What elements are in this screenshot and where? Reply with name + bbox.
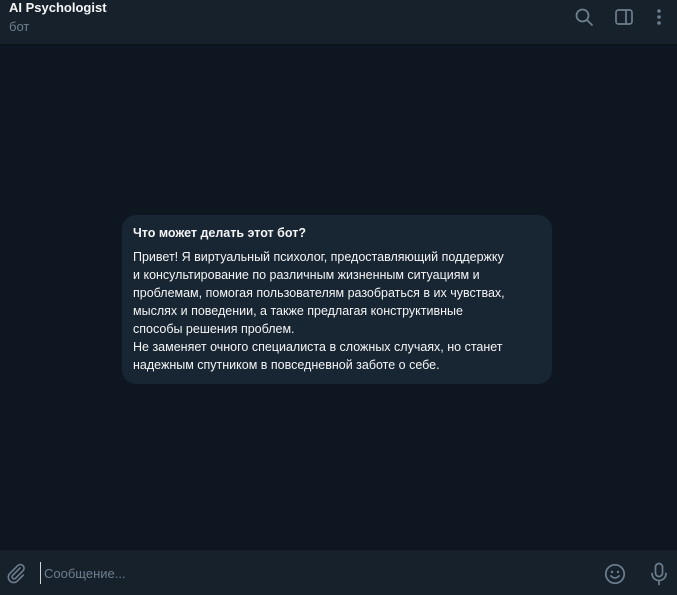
chat-title[interactable]: AI Psychologist [9,0,107,16]
message-composer [0,549,677,595]
bot-info-bubble: Что может делать этот бот? Привет! Я вир… [122,215,552,384]
bot-info-title: Что может делать этот бот? [133,226,306,240]
emoji-icon[interactable] [603,562,627,586]
telegram-chat-window: AI Psychologist бот Что может делать это… [0,0,677,595]
bot-info-line: Не заменяет очного специалиста в сложных… [133,340,503,354]
chat-area: Что может делать этот бот? Привет! Я вир… [0,45,677,549]
sidebar-toggle-icon[interactable] [613,6,635,28]
message-input[interactable] [40,562,580,584]
chat-subtitle: бот [9,19,30,34]
chat-header: AI Psychologist бот [0,0,677,45]
microphone-icon[interactable] [648,561,670,587]
bot-info-line: проблемам, помогая пользователям разобра… [133,286,505,300]
bot-info-line: способы решения проблем. [133,322,295,336]
bot-info-line: и консультирование по различным жизненны… [133,268,480,282]
search-icon[interactable] [573,6,595,28]
more-vertical-icon[interactable] [648,6,670,28]
bot-info-line: Привет! Я виртуальный психолог, предоста… [133,250,504,264]
bot-info-description: Привет! Я виртуальный психолог, предоста… [133,248,540,374]
bot-info-line: надежным спутником в повседневной заботе… [133,358,440,372]
bot-info-line: мыслях и поведении, а также предлагая ко… [133,304,463,318]
paperclip-icon[interactable] [4,561,28,585]
